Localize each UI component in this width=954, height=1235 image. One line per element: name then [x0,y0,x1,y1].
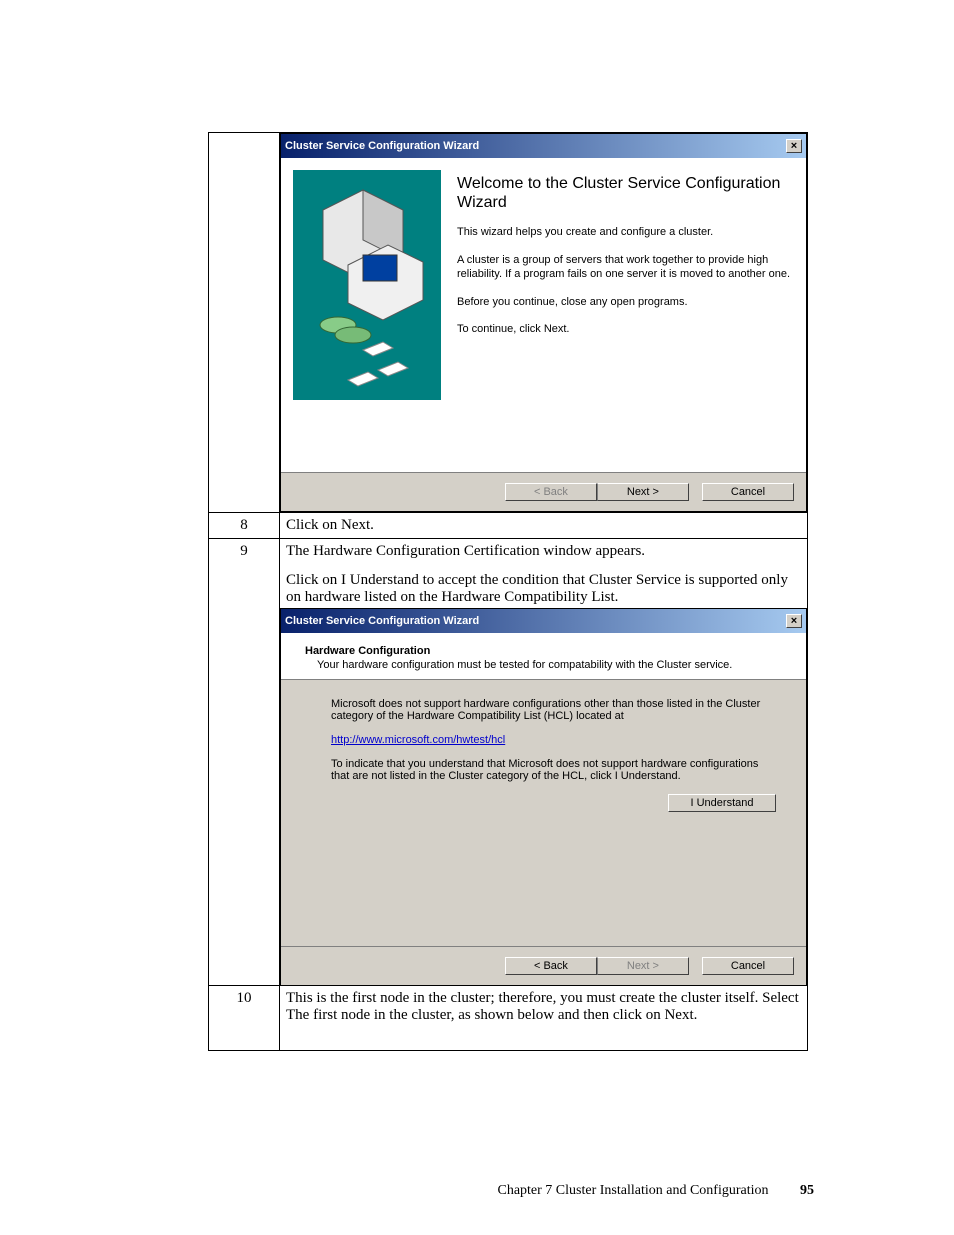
close-icon[interactable]: × [786,614,802,628]
steps-table: Cluster Service Configuration Wizard × [208,132,808,1051]
wizard-paragraph: To indicate that you understand that Mic… [331,758,776,782]
wizard-paragraph: Before you continue, close any open prog… [457,296,794,310]
wizard-button-row: < BackNext > Cancel [281,472,806,511]
table-row: 9 The Hardware Configuration Certificati… [209,539,808,986]
page-content: Cluster Service Configuration Wizard × [208,132,808,1051]
step-number: 8 [209,513,280,539]
step-content-cell: Cluster Service Configuration Wizard × [280,133,808,513]
next-button[interactable]: Next > [597,483,689,501]
next-button[interactable]: Next > [597,957,689,975]
step-instruction: The Hardware Configuration Certification… [286,543,801,560]
wizard-panel-body: Microsoft does not support hardware conf… [281,680,806,946]
wizard-button-row: < BackNext > Cancel [281,946,806,985]
back-button[interactable]: < Back [505,483,597,501]
wizard-header-subtitle: Your hardware configuration must be test… [317,659,790,671]
dialog-titlebar: Cluster Service Configuration Wizard × [281,609,806,633]
i-understand-button[interactable]: I Understand [668,794,776,812]
wizard-paragraph: A cluster is a group of servers that wor… [457,254,794,282]
wizard-body: Welcome to the Cluster Service Configura… [281,158,806,412]
footer-chapter: Chapter 7 Cluster Installation and Confi… [497,1183,768,1198]
wizard-heading: Welcome to the Cluster Service Configura… [457,174,794,212]
wizard-paragraph: This wizard helps you create and configu… [457,226,794,240]
page-footer: Chapter 7 Cluster Installation and Confi… [0,1183,954,1199]
step-number: 9 [209,539,280,986]
table-row: 8 Click on Next. [209,513,808,539]
step-instruction: Click on Next. [280,513,808,539]
step-instruction: This is the first node in the cluster; t… [280,986,808,1051]
wizard-text-area: Welcome to the Cluster Service Configura… [453,158,806,412]
wizard-paragraph: Microsoft does not support hardware conf… [331,698,776,722]
wizard-welcome-dialog: Cluster Service Configuration Wizard × [280,133,807,512]
footer-page-number: 95 [800,1183,814,1198]
table-row: Cluster Service Configuration Wizard × [209,133,808,513]
cancel-button[interactable]: Cancel [702,483,794,501]
wizard-graphic [293,170,441,400]
back-button[interactable]: < Back [505,957,597,975]
dialog-title: Cluster Service Configuration Wizard [285,140,479,152]
wizard-header-title: Hardware Configuration [305,645,790,657]
step-number: 10 [209,986,280,1051]
dialog-title: Cluster Service Configuration Wizard [285,615,479,627]
step-instruction-text: This is the first node in the cluster; t… [286,990,799,1023]
step-instruction: Click on I Understand to accept the cond… [286,572,801,606]
wizard-header-area: Hardware Configuration Your hardware con… [281,633,806,680]
step-content-cell: The Hardware Configuration Certification… [280,539,808,986]
close-icon[interactable]: × [786,139,802,153]
hardware-config-dialog: Cluster Service Configuration Wizard × H… [280,608,807,986]
wizard-paragraph: To continue, click Next. [457,323,794,337]
hcl-link[interactable]: http://www.microsoft.com/hwtest/hcl [331,734,505,746]
table-row: 10 This is the first node in the cluster… [209,986,808,1051]
dialog-titlebar: Cluster Service Configuration Wizard × [281,134,806,158]
cancel-button[interactable]: Cancel [702,957,794,975]
step-number-cell [209,133,280,513]
